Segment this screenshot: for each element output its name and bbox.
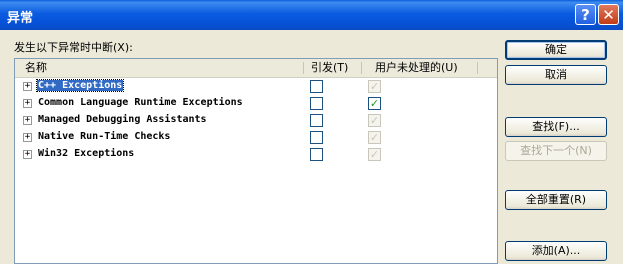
user-unhandled-checkbox[interactable]: ✓	[368, 97, 381, 110]
expand-plus-icon[interactable]: +	[23, 133, 32, 142]
expand-plus-icon[interactable]: +	[23, 116, 32, 125]
column-separator[interactable]	[477, 62, 478, 74]
close-button[interactable]: ✕	[598, 4, 619, 25]
find-button[interactable]: 查找(F)...	[505, 117, 607, 137]
column-header-unhandled[interactable]: 用户未处理的(U)	[375, 59, 458, 77]
user-unhandled-checkbox[interactable]: ✓	[368, 80, 381, 93]
title-bar[interactable]: 异常 ? ✕	[0, 0, 623, 30]
list-item[interactable]: + Win32 Exceptions ✓	[15, 146, 497, 163]
find-next-button[interactable]: 查找下一个(N)	[505, 141, 607, 161]
user-unhandled-checkbox[interactable]: ✓	[368, 131, 381, 144]
exceptions-caption: 发生以下异常时中断(X):	[14, 41, 133, 54]
list-item[interactable]: + Native Run-Time Checks ✓	[15, 129, 497, 146]
exception-category-name: Managed Debugging Assistants	[38, 114, 207, 125]
thrown-checkbox[interactable]	[310, 131, 323, 144]
column-separator[interactable]	[361, 62, 362, 74]
help-button[interactable]: ?	[575, 4, 596, 25]
thrown-checkbox[interactable]	[310, 80, 323, 93]
exceptions-list[interactable]: 名称 引发(T) 用户未处理的(U) + C++ Exceptions ✓ + Comm…	[14, 58, 498, 264]
expand-plus-icon[interactable]: +	[23, 82, 32, 91]
thrown-checkbox[interactable]	[310, 148, 323, 161]
exception-category-name: Native Run-Time Checks	[38, 131, 171, 142]
column-header-name[interactable]: 名称	[25, 59, 47, 77]
list-item[interactable]: + C++ Exceptions ✓	[15, 78, 497, 95]
ok-button[interactable]: 确定	[505, 40, 607, 60]
column-header-thrown[interactable]: 引发(T)	[311, 59, 348, 77]
exception-category-name: Common Language Runtime Exceptions	[38, 97, 243, 108]
list-item[interactable]: + Managed Debugging Assistants ✓	[15, 112, 497, 129]
user-unhandled-checkbox[interactable]: ✓	[368, 114, 381, 127]
window-title: 异常	[7, 11, 34, 26]
list-item[interactable]: + Common Language Runtime Exceptions ✓	[15, 95, 497, 112]
add-button[interactable]: 添加(A)...	[505, 241, 607, 261]
cancel-button[interactable]: 取消	[505, 65, 607, 85]
expand-plus-icon[interactable]: +	[23, 150, 32, 159]
reset-all-button[interactable]: 全部重置(R)	[505, 190, 607, 210]
expand-plus-icon[interactable]: +	[23, 99, 32, 108]
exceptions-dialog: 异常 ? ✕ 发生以下异常时中断(X): 名称 引发(T) 用户未处理的(U) …	[0, 0, 623, 264]
exception-category-name: Win32 Exceptions	[38, 148, 135, 159]
thrown-checkbox[interactable]	[310, 114, 323, 127]
column-separator[interactable]	[303, 62, 304, 74]
thrown-checkbox[interactable]	[310, 97, 323, 110]
exception-category-name: C++ Exceptions	[35, 79, 125, 92]
user-unhandled-checkbox[interactable]: ✓	[368, 148, 381, 161]
list-header: 名称 引发(T) 用户未处理的(U)	[15, 59, 497, 78]
